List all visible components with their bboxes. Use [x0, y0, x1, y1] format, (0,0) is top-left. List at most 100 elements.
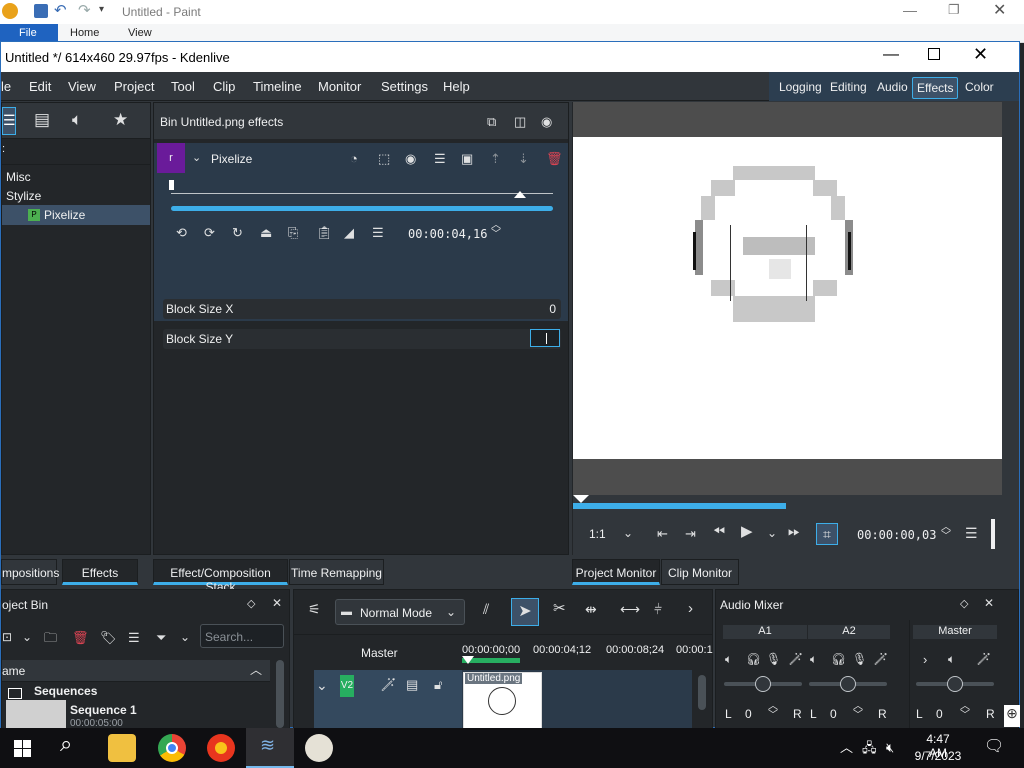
- split-compare-icon[interactable]: ◫: [514, 114, 526, 129]
- menu-tool[interactable]: Tool: [171, 79, 195, 94]
- crop-icon[interactable]: ⌗: [816, 523, 838, 545]
- paint-tab-file[interactable]: File: [19, 27, 37, 39]
- tab-clip-monitor[interactable]: Clip Monitor: [661, 559, 739, 585]
- tag-icon[interactable]: 🏷︎: [100, 630, 117, 645]
- a2-mute-icon[interactable]: 🔈︎: [810, 652, 817, 667]
- zone-icon[interactable]: ⬚: [378, 151, 390, 166]
- search-icon[interactable]: ⌕: [60, 733, 72, 755]
- close-dock-icon[interactable]: ✕: [272, 596, 282, 611]
- master-pan-handle[interactable]: [947, 676, 963, 692]
- effect-timecode[interactable]: 00:00:04,16: [408, 227, 487, 241]
- layout-logging[interactable]: Logging: [775, 80, 826, 94]
- track-visibility-icon[interactable]: ▤: [406, 677, 418, 692]
- a2-value[interactable]: 0: [830, 707, 837, 721]
- notifications-icon[interactable]: 🗨︎: [984, 739, 1004, 755]
- a2-solo-icon[interactable]: 🎧︎: [831, 652, 846, 667]
- tab-project-monitor[interactable]: Project Monitor: [572, 559, 660, 585]
- move-down-icon[interactable]: ⇣: [518, 151, 529, 166]
- close-button[interactable]: ✕: [973, 44, 988, 65]
- bin-search-input[interactable]: Search...: [200, 624, 284, 648]
- audio-effects-icon[interactable]: 🔈︎: [72, 111, 82, 128]
- monitor-timecode-spinner-icon[interactable]: ︿ ﹀: [941, 523, 951, 542]
- timeline-clip[interactable]: Untitled.png: [463, 672, 542, 730]
- sort-chevron-icon[interactable]: ︿: [250, 663, 262, 678]
- bin-view-icon[interactable]: ☰: [128, 630, 140, 645]
- timecode-spinner-icon[interactable]: ︿ ﹀: [491, 221, 501, 240]
- paint-zoom-icon[interactable]: ⊕: [1004, 705, 1020, 727]
- timeline-ruler[interactable]: 00:00:00;00 00:00:04;12 00:00:08;24 00:0…: [462, 638, 713, 666]
- track-collapse-icon[interactable]: ⌄: [316, 678, 328, 693]
- menu-clip[interactable]: Clip: [213, 79, 235, 94]
- save-stack-icon[interactable]: ⧉: [487, 114, 496, 129]
- zoom-dropdown-icon[interactable]: ⌄: [623, 526, 633, 541]
- menu-edit[interactable]: Edit: [29, 79, 51, 94]
- paint-tab-view[interactable]: View: [128, 27, 152, 39]
- undo-icon[interactable]: ↶: [54, 3, 67, 18]
- paint-maximize-button[interactable]: ❐: [948, 2, 960, 18]
- mixer-close-icon[interactable]: ✕: [984, 596, 994, 611]
- selection-tool-icon[interactable]: ➤: [511, 598, 539, 626]
- tab-time-remapping[interactable]: Time Remapping: [289, 559, 384, 585]
- add-folder-icon[interactable]: 🗀: [44, 630, 57, 645]
- save-effect-icon[interactable]: ▣: [461, 151, 473, 166]
- keyframe-icon[interactable]: ◔: [350, 151, 358, 166]
- spacer-tool-icon[interactable]: ⫽: [483, 602, 489, 617]
- file-explorer-icon[interactable]: [108, 734, 136, 762]
- monitor-ruler[interactable]: [573, 495, 1002, 515]
- redo-icon[interactable]: ↷: [78, 3, 91, 18]
- roll-tool-icon[interactable]: ⫩: [654, 602, 662, 617]
- timeline-scrollbar[interactable]: [698, 675, 706, 710]
- a2-pan-handle[interactable]: [840, 676, 856, 692]
- menu-project[interactable]: Project: [114, 79, 154, 94]
- a1-pan-handle[interactable]: [755, 676, 771, 692]
- chrome-canary-icon[interactable]: [207, 734, 235, 762]
- previous-keyframe-icon[interactable]: ⟲: [176, 225, 187, 240]
- effect-timeline-bar[interactable]: [171, 206, 553, 211]
- add-clip-icon[interactable]: ⊡: [2, 630, 12, 645]
- menu-settings[interactable]: Settings: [381, 79, 428, 94]
- move-up-icon[interactable]: ⇡: [490, 151, 501, 166]
- interpolation-icon[interactable]: ◢: [344, 225, 354, 240]
- menu-file[interactable]: le: [1, 79, 11, 94]
- favorite-effects-icon[interactable]: ★: [113, 111, 128, 128]
- add-clip-dropdown-icon[interactable]: ⌄: [22, 630, 32, 645]
- track-name[interactable]: V2: [340, 675, 354, 697]
- tree-category-misc[interactable]: Misc: [6, 170, 31, 184]
- quick-access-dropdown-icon[interactable]: ▾: [99, 4, 104, 15]
- master-spinner-icon[interactable]: ︿ ﹀: [960, 702, 970, 721]
- delete-clip-icon[interactable]: 🗑︎: [72, 630, 89, 645]
- rewind-icon[interactable]: ⏪︎: [713, 524, 725, 539]
- more-tools-icon[interactable]: ›: [688, 601, 693, 616]
- enable-effect-eye-icon[interactable]: ◉: [405, 151, 416, 166]
- param-value-input[interactable]: [530, 329, 560, 347]
- paint-close-button[interactable]: ✕: [993, 0, 1006, 20]
- float-dock-icon[interactable]: ◇: [247, 597, 255, 612]
- next-keyframe-icon[interactable]: ↻: [232, 225, 243, 240]
- bin-scrollbar[interactable]: [276, 660, 284, 728]
- minimize-button[interactable]: —: [883, 46, 899, 64]
- menu-timeline[interactable]: Timeline: [253, 79, 302, 94]
- collapse-chevron-icon[interactable]: ⌄: [192, 151, 201, 166]
- a1-value[interactable]: 0: [745, 707, 752, 721]
- maximize-button[interactable]: [928, 48, 940, 60]
- a1-mute-icon[interactable]: 🔈︎: [725, 652, 732, 667]
- a1-effects-icon[interactable]: 🪄︎: [788, 652, 803, 667]
- a2-spinner-icon[interactable]: ︿ ﹀: [853, 702, 863, 721]
- sequence-name[interactable]: Sequence 1: [70, 703, 137, 717]
- slip-tool-icon[interactable]: ⇹: [585, 602, 597, 617]
- show-hidden-icons-icon[interactable]: ︿: [840, 740, 853, 755]
- forward-icon[interactable]: ⏩︎: [788, 524, 800, 539]
- network-icon[interactable]: 🖧: [862, 740, 877, 755]
- master-effects-icon[interactable]: 🪄︎: [976, 652, 991, 667]
- mixer-float-icon[interactable]: ◇: [960, 597, 968, 612]
- menu-view[interactable]: View: [68, 79, 96, 94]
- tab-effects[interactable]: Effects: [62, 559, 138, 585]
- monitor-menu-icon[interactable]: ☰: [965, 526, 978, 541]
- a2-effects-icon[interactable]: 🪄︎: [873, 652, 888, 667]
- filter-dropdown-icon[interactable]: ⌄: [180, 630, 190, 645]
- tree-category-stylize[interactable]: Stylize: [6, 189, 41, 203]
- kdenlive-taskbar-button[interactable]: ≋: [246, 728, 294, 768]
- start-windows-icon[interactable]: [14, 740, 31, 757]
- toggle-effects-eye-icon[interactable]: ◉: [541, 114, 552, 129]
- paint-tab-home[interactable]: Home: [70, 27, 99, 39]
